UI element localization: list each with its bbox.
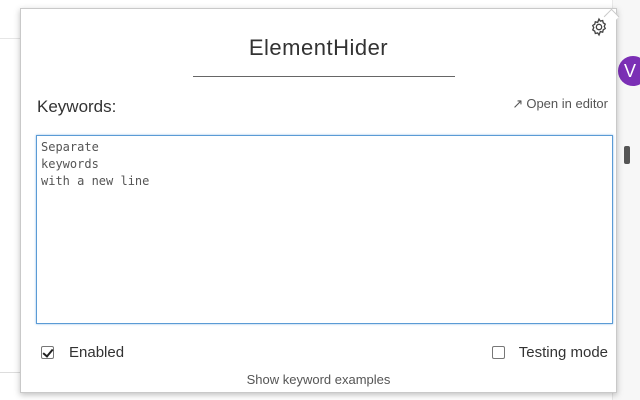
page-divider <box>0 372 20 373</box>
testing-mode-checkbox-row[interactable]: Testing mode <box>491 344 608 361</box>
enabled-checkbox[interactable] <box>41 346 54 359</box>
enabled-label: Enabled <box>69 344 125 361</box>
open-in-editor-label: Open in editor <box>526 96 608 111</box>
gear-icon[interactable] <box>589 17 609 37</box>
extension-popup: ElementHider Keywords: ↗Open in editor E… <box>20 8 620 393</box>
app-title: ElementHider <box>248 35 389 60</box>
keywords-textarea[interactable] <box>36 135 613 324</box>
profile-avatar[interactable]: V <box>618 56 640 86</box>
show-keyword-examples-link[interactable]: Show keyword examples <box>21 372 616 387</box>
title-divider <box>193 76 455 77</box>
enabled-checkbox-row[interactable]: Enabled <box>41 344 124 361</box>
open-in-editor-link[interactable]: ↗ Open in editor <box>512 96 608 112</box>
keywords-label: Keywords: <box>37 97 117 116</box>
page-scroll-indicator <box>624 146 630 164</box>
testing-mode-checkbox[interactable] <box>491 346 505 359</box>
arrow-up-right-icon: ↗ <box>512 96 524 111</box>
testing-mode-label: Testing mode <box>518 344 608 361</box>
